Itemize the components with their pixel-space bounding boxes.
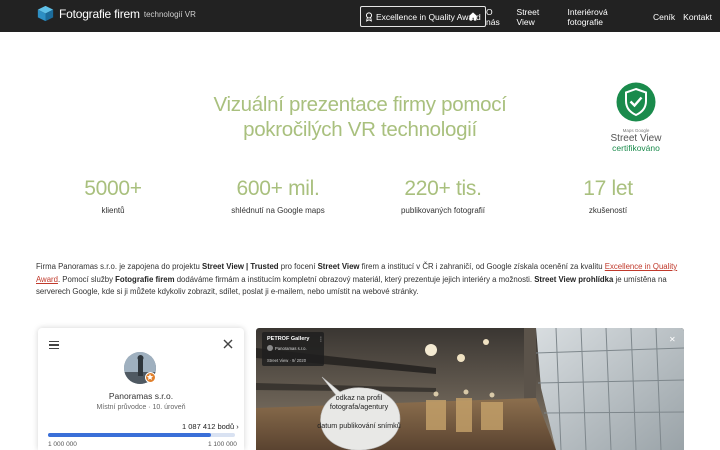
nav-contact[interactable]: Kontakt <box>683 12 712 22</box>
stat-value: 600+ mil. <box>236 177 320 200</box>
local-guide-profile-panel: Panoramas s.r.o. Místní průvodce · 10. ú… <box>38 328 244 450</box>
close-icon[interactable]: ✕ <box>669 335 676 344</box>
street-view-preview[interactable]: PETROF Gallery ⋮ Panoramas s.r.o. Street… <box>256 328 684 450</box>
award-button-label: Excellence in Quality Award <box>376 11 481 22</box>
points-progress-fill <box>48 433 212 437</box>
bubble-text-profile: odkaz na profil fotografa/agentury <box>329 393 389 411</box>
bubble-text-date: datum publikování snímků <box>317 421 401 430</box>
nav-interior-photo[interactable]: Interiérová fotografie <box>568 7 645 27</box>
stat-views: 600+ mil. shlédnutí na Google maps <box>203 176 353 215</box>
stat-clients: 5000+ klientů <box>38 176 188 215</box>
capture-date: Street View · 9/ 2020 <box>267 358 307 363</box>
award-ribbon-icon <box>365 11 373 22</box>
hero-title: Vizuální prezentace firmy pomocí pokroči… <box>213 93 507 141</box>
more-vert-icon[interactable]: ⋮ <box>318 336 324 343</box>
desc-text: firem a institucí v ČR i zahraničí, od G… <box>359 262 605 271</box>
stat-label: publikovaných fotografií <box>400 206 486 215</box>
author-link[interactable]: Panoramas s.r.o. <box>275 346 307 351</box>
brand-tagline: technologií VR <box>143 10 196 19</box>
desc-bold: Street View prohlídka <box>534 274 614 284</box>
navbar: Fotografie firem technologií VR Excellen… <box>0 0 720 32</box>
cube-logo-icon <box>37 5 54 22</box>
desc-bold: Street View | Trusted <box>202 262 279 271</box>
street-view-certified-badge: Maps Google Street View certifikováno <box>604 82 668 153</box>
desc-text: pro focení <box>278 262 318 271</box>
desc-bold: Fotografie firem <box>115 274 175 284</box>
street-view-info-card[interactable]: PETROF Gallery ⋮ Panoramas s.r.o. Street… <box>262 332 324 366</box>
desc-text: . Pomocí služby <box>57 274 116 284</box>
certified-shield-icon <box>616 82 656 122</box>
close-icon[interactable] <box>223 339 233 349</box>
desc-text: dodáváme firmám a institucím kompletní o… <box>174 274 535 284</box>
author-avatar-icon <box>267 345 273 351</box>
stat-value: 17 let <box>583 177 633 200</box>
chevron-right-icon: › <box>236 422 239 431</box>
stat-value: 220+ tis. <box>404 177 482 200</box>
desc-text: Firma Panoramas s.r.o. je zapojena do pr… <box>36 262 202 271</box>
profile-name: Panoramas s.r.o. <box>108 391 174 401</box>
nav-about[interactable]: O nás <box>486 7 509 27</box>
points-value: 1 087 412 bodů <box>182 422 235 431</box>
description-paragraph: Firma Panoramas s.r.o. je zapojena do pr… <box>36 261 686 299</box>
brand-name: Fotografie firem <box>59 6 140 21</box>
range-max: 1 100 000 <box>208 441 237 448</box>
speech-bubble-shape <box>320 376 401 450</box>
stat-photos: 220+ tis. publikovaných fotografií <box>368 176 518 215</box>
stat-value: 5000+ <box>84 177 142 200</box>
stat-experience: 17 let zkušeností <box>533 176 683 215</box>
nav-pricing[interactable]: Ceník <box>653 12 675 22</box>
nav-home[interactable] <box>468 12 478 21</box>
logo[interactable]: Fotografie firem technologií VR <box>37 5 196 22</box>
desc-bold: Street View <box>317 262 360 271</box>
nav-street-view[interactable]: Street View <box>517 7 560 27</box>
points-progress-bar <box>48 433 235 437</box>
award-button[interactable]: Excellence in Quality Award <box>360 6 486 27</box>
annotation-bubble: odkaz na profil fotografa/agentury datum… <box>316 373 402 450</box>
stat-label: zkušeností <box>588 206 628 215</box>
badge-certified-label: certifikováno <box>612 143 660 153</box>
profile-level: Místní průvodce · 10. úroveň <box>96 404 186 411</box>
stat-label: klientů <box>101 206 125 215</box>
menu-icon[interactable] <box>49 341 59 350</box>
home-icon <box>468 12 478 21</box>
range-min: 1 000 000 <box>48 441 77 448</box>
local-guide-star-icon <box>145 372 156 383</box>
nav-links: O nás Street View Interiérová fotografie… <box>468 6 720 27</box>
points-link[interactable]: 1 087 412 bodů › <box>182 422 239 431</box>
place-title: PETROF Gallery <box>267 336 310 342</box>
stat-label: shlédnutí na Google maps <box>231 206 325 215</box>
